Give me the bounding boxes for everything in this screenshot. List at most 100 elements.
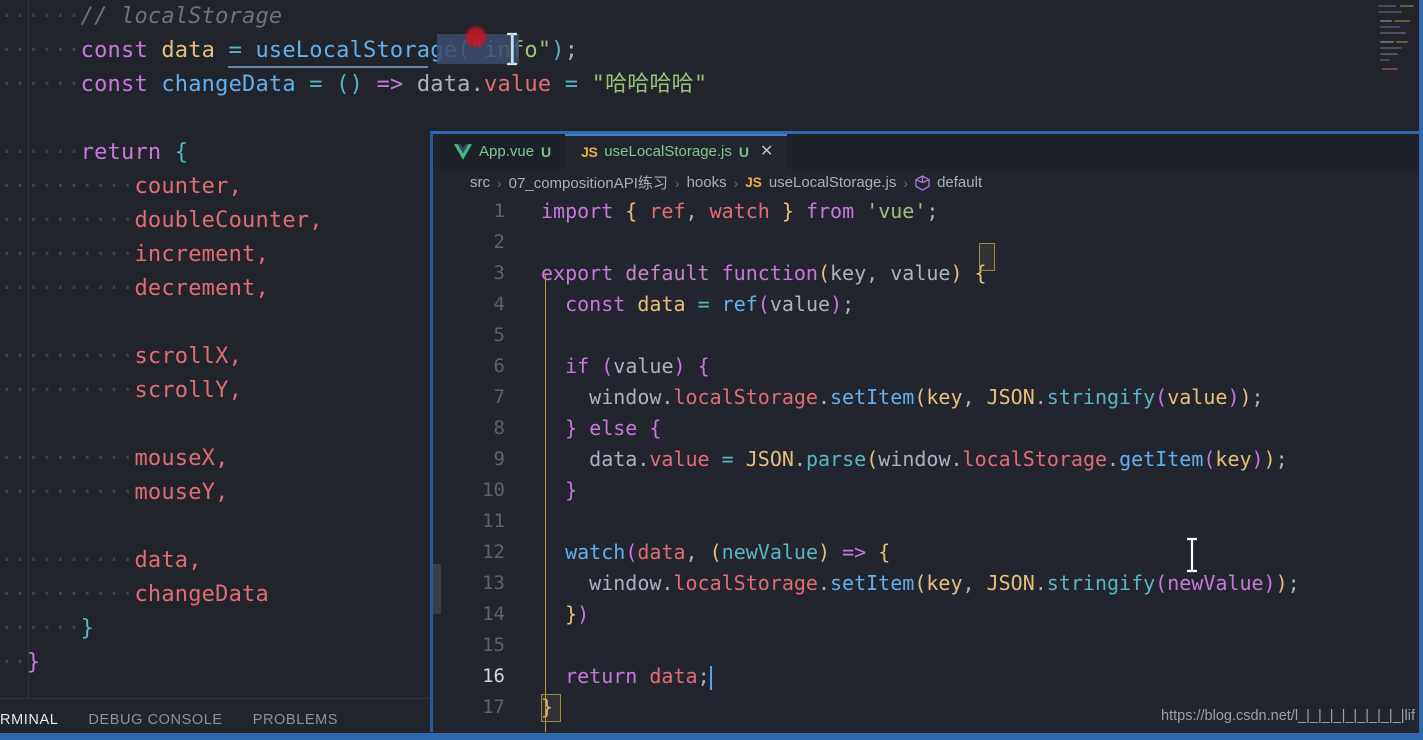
leading-whitespace-dots: ·········· (0, 242, 135, 267)
breadcrumb-item[interactable]: useLocalStorage.js (769, 174, 897, 191)
code-token: value (890, 261, 951, 285)
code-token: import (541, 199, 614, 223)
code-token: value (484, 72, 552, 97)
tab-label: App.vue (479, 143, 535, 160)
minimap[interactable] (1370, 0, 1423, 120)
code-token: localStorage (673, 385, 818, 409)
code-token: . (793, 447, 806, 471)
mouse-ibeam-cursor-panel (1187, 537, 1197, 573)
code-token: ) (1263, 571, 1276, 595)
code-token: const (565, 292, 626, 316)
code-token: = (295, 72, 337, 97)
code-line[interactable]: 7 window.localStorage.setItem(key, JSON.… (433, 382, 1423, 413)
code-line[interactable]: 10 } (433, 475, 1423, 506)
click-indicator (466, 27, 486, 47)
code-token: ; (842, 292, 855, 316)
code-line-text: export default function(key, value) { (541, 258, 987, 289)
code-editor-content[interactable]: 1 import { ref, watch } from 'vue'; 2 3 expo… (433, 196, 1423, 723)
leading-whitespace-dots: ·· (0, 650, 27, 675)
active-indent-guide (545, 274, 546, 732)
close-icon[interactable]: ✕ (760, 143, 773, 160)
code-token: . (817, 571, 831, 595)
code-line[interactable]: 4 const data = ref(value); (433, 289, 1423, 320)
js-file-icon: JS (581, 143, 598, 160)
editor-tab-uselocalstorage-js[interactable]: JS useLocalStorage.js U ✕ (565, 134, 788, 169)
code-line[interactable]: 14 }) (433, 599, 1423, 630)
breadcrumb-item[interactable]: default (937, 174, 982, 191)
code-line[interactable]: 3 export default function(key, value) { (433, 258, 1423, 289)
code-token: => (842, 540, 867, 564)
code-token: . (1034, 385, 1047, 409)
line-number: 15 (482, 634, 505, 656)
code-line[interactable]: 6 if (value) { (433, 351, 1423, 382)
code-token: newValue (721, 540, 818, 564)
code-token: ) (551, 38, 565, 63)
code-token: setItem (830, 385, 915, 409)
code-token: increment, (134, 242, 269, 267)
tab-label: useLocalStorage.js (604, 143, 732, 160)
code-token: value (769, 292, 831, 316)
code-token: doubleCounter, (134, 208, 323, 233)
code-token: data (649, 664, 698, 688)
code-line[interactable]: 9 data.value = JSON.parse(window.localSt… (433, 444, 1423, 475)
code-token: default (625, 261, 710, 285)
code-token: localStorage (673, 571, 818, 595)
code-line[interactable]: 15 (433, 630, 1423, 661)
code-token: = (215, 38, 256, 63)
line-number: 8 (493, 417, 505, 439)
code-token: ; (697, 664, 710, 688)
code-token: ( (817, 261, 831, 285)
code-token: = (721, 447, 734, 471)
code-line[interactable]: 8 } else { (433, 413, 1423, 444)
code-token: ; (1287, 571, 1300, 595)
code-token: ( (757, 292, 770, 316)
code-line[interactable]: 16 return data; (433, 661, 1423, 692)
code-token: () (336, 72, 364, 97)
code-line[interactable]: 11 (433, 506, 1423, 537)
line-number: 9 (493, 448, 505, 470)
line-number: 10 (482, 479, 505, 501)
code-line[interactable]: 1 import { ref, watch } from 'vue'; (433, 196, 1423, 227)
code-line[interactable]: 12 watch(data, (newValue) => { (433, 537, 1423, 568)
code-token: ref (649, 199, 686, 223)
code-line[interactable]: 5 (433, 320, 1423, 351)
code-token: { (697, 354, 710, 378)
code-token: useLocalStorage (255, 38, 458, 63)
background-code-line: ······const changeData = () => data.valu… (0, 68, 707, 102)
code-token: data, (134, 548, 202, 573)
code-token: ( (914, 571, 927, 595)
breadcrumb-item[interactable]: 07_compositionAPI练习 (509, 172, 668, 193)
code-token: . (661, 571, 674, 595)
code-line[interactable]: 13 window.localStorage.setItem(key, JSON… (433, 568, 1423, 599)
code-token: const (80, 38, 162, 63)
code-token: { (649, 416, 662, 440)
line-number: 14 (482, 603, 505, 625)
line-number: 5 (493, 324, 505, 346)
screen-root: ······// localStorage ······const data = … (0, 0, 1423, 740)
tab-status-badge: U (738, 143, 750, 160)
breadcrumb-item[interactable]: hooks (687, 174, 727, 191)
code-token: . (637, 447, 650, 471)
breadcrumb-item[interactable]: src (470, 174, 490, 191)
code-token: watch (709, 199, 770, 223)
code-line[interactable]: 2 (433, 227, 1423, 258)
editor-tab-app-vue[interactable]: App.vue U (438, 134, 566, 169)
code-line-text: return data; (541, 661, 712, 692)
code-token: return (80, 140, 175, 165)
code-token: JSON (745, 447, 794, 471)
code-line-text: } (541, 475, 577, 506)
code-token: ) (830, 292, 843, 316)
code-token: ( (914, 385, 927, 409)
code-token: stringify (1046, 571, 1156, 595)
code-token: ; (1275, 447, 1288, 471)
